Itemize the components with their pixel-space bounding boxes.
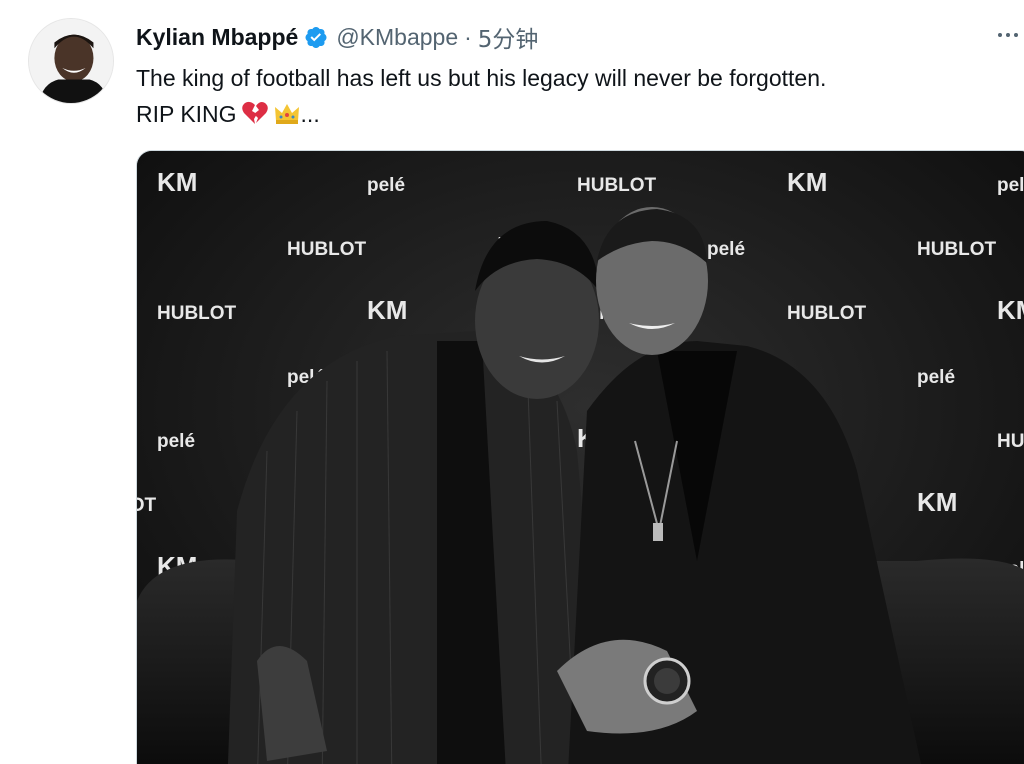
backdrop-logo-hublot: HUBLOT [287, 239, 367, 260]
verified-badge-icon [305, 27, 327, 48]
backdrop-logo-km: KM [917, 487, 957, 517]
backdrop-logo-km: KM [367, 295, 407, 325]
backdrop-logo-km: KM [787, 167, 827, 197]
backdrop-logo-hublot: HUBLOT [157, 303, 237, 324]
backdrop-logo-pel: pelé [917, 367, 955, 388]
author-name[interactable]: Kylian Mbappé [136, 24, 298, 51]
author-handle[interactable]: @KMbappe [336, 24, 458, 51]
backdrop-logo-pel: pelé [997, 175, 1024, 196]
broken-heart-icon [241, 101, 268, 124]
backdrop-logo-pel: pelé [367, 175, 405, 196]
backdrop-logo-hublot: HUBLOT [577, 175, 657, 196]
author-avatar[interactable] [28, 18, 114, 104]
tweet-photo[interactable]: KM pelé HUBLOT KM pelé HUBLOT pelé HUBLOT KM pelé… [136, 150, 1024, 764]
backdrop-logo-km: KM [997, 295, 1024, 325]
photo-canvas: KM pelé HUBLOT KM pelé HUBLOT pelé HUBLOT KM pelé… [137, 151, 1024, 764]
tweet-text-line-1: The king of football has left us but his… [136, 65, 827, 91]
backdrop-logo-pel: pelé [707, 239, 745, 260]
backdrop-logo-hublot: HUBLOT [917, 239, 997, 260]
tweet-text: The king of football has left us but his… [136, 60, 1016, 132]
tweet-header: Kylian Mbappé @KMbappe · 5分钟 [136, 20, 539, 54]
crown-icon [274, 104, 299, 124]
timestamp[interactable]: 5分钟 [478, 20, 539, 54]
more-icon[interactable] [998, 28, 1024, 42]
backdrop-logo-hublot: HUBLOT [137, 495, 157, 516]
backdrop-logo-pel: pelé [157, 431, 195, 452]
tweet-text-line-2: RIP KING ... [136, 96, 1016, 132]
rip-king-text: RIP KING [136, 101, 237, 127]
tweet[interactable]: Kylian Mbappé @KMbappe · 5分钟 The king of… [0, 0, 1024, 764]
separator-dot: · [464, 23, 472, 50]
backdrop-logo-hublot: HUBLOT [997, 431, 1024, 452]
backdrop-logo-km: KM [157, 167, 197, 197]
ellipsis: ... [300, 101, 320, 127]
backdrop-logo-hublot: HUBLOT [787, 303, 867, 324]
